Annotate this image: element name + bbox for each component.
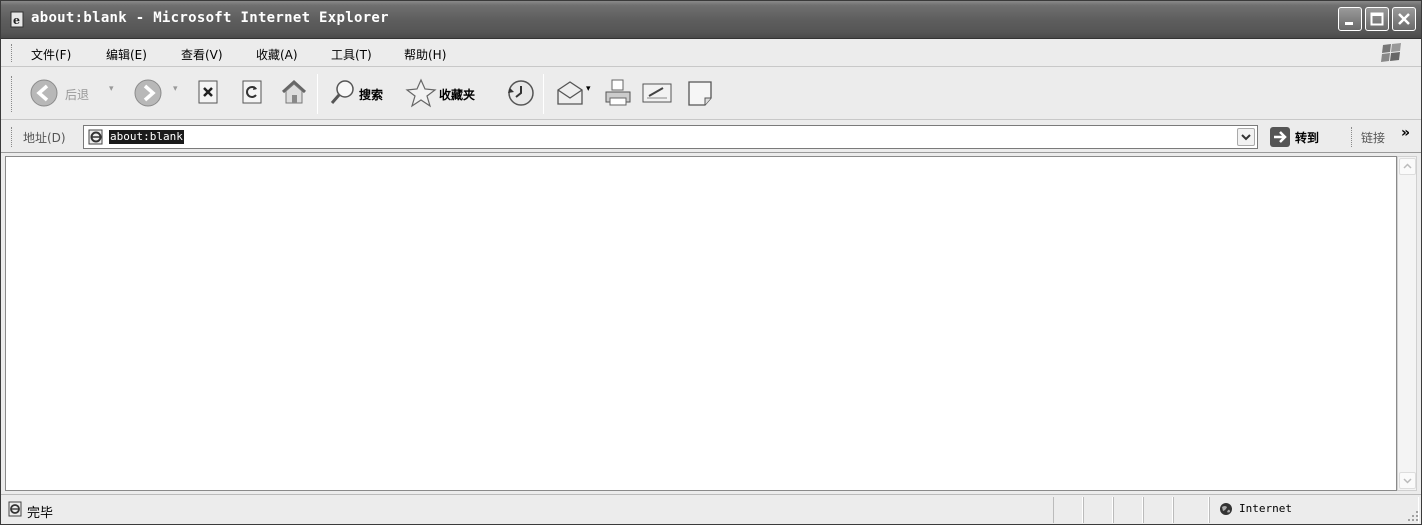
status-pane (1053, 497, 1083, 523)
chevron-up-icon (1403, 163, 1412, 169)
maximize-button[interactable] (1365, 7, 1389, 31)
forward-dropdown-icon[interactable]: ▾ (173, 84, 178, 94)
forward-button[interactable]: ▾ (133, 78, 183, 110)
browser-window: e about:blank - Microsoft Internet Explo… (0, 0, 1422, 525)
menu-tools[interactable]: 工具(T) (331, 46, 372, 63)
maximize-icon (1370, 12, 1384, 26)
edit-button[interactable] (641, 78, 675, 110)
favorites-button[interactable]: 收藏夹 (405, 78, 495, 110)
mail-dropdown-icon[interactable]: ▾ (586, 84, 591, 94)
scroll-up-button[interactable] (1399, 158, 1416, 175)
back-dropdown-icon[interactable]: ▾ (109, 84, 114, 94)
search-button[interactable]: 搜索 (329, 78, 399, 110)
links-button[interactable]: 链接 (1361, 129, 1385, 146)
toolbar-grip[interactable] (11, 76, 13, 112)
status-bar: 完毕 Internet (1, 494, 1421, 524)
go-label: 转到 (1295, 131, 1320, 145)
address-grip[interactable] (11, 127, 13, 147)
close-icon (1398, 13, 1410, 25)
refresh-icon (242, 80, 262, 104)
minimize-button[interactable] (1338, 7, 1362, 31)
status-pane (1113, 497, 1143, 523)
ie-page-icon: e (10, 11, 24, 28)
ie-page-icon (8, 501, 22, 517)
window-title: about:blank - Microsoft Internet Explore… (31, 10, 389, 26)
back-button[interactable]: 后退 ▾ (29, 78, 119, 110)
chevron-down-icon (1403, 478, 1412, 484)
toolbar-separator (317, 74, 318, 114)
toolbar-overflow-icon[interactable]: » (1401, 125, 1410, 141)
ie-page-icon (88, 129, 103, 145)
toolbar-separator (543, 74, 544, 114)
status-pane (1173, 497, 1209, 523)
standard-toolbar: 后退 ▾ ▾ 搜索 收藏夹 ▾ (1, 68, 1421, 120)
menu-edit[interactable]: 编辑(E) (106, 46, 147, 63)
print-button[interactable] (603, 78, 633, 110)
discuss-button[interactable] (685, 78, 715, 110)
favorites-label: 收藏夹 (439, 88, 476, 102)
go-button[interactable]: 转到 (1269, 126, 1339, 148)
page-content[interactable] (5, 156, 1397, 491)
menu-grip[interactable] (11, 44, 13, 62)
menu-favorites[interactable]: 收藏(A) (256, 46, 298, 63)
page-icon (688, 81, 712, 106)
minimize-icon (1345, 22, 1353, 25)
go-arrow-icon (1270, 127, 1290, 147)
status-text: 完毕 (27, 506, 54, 521)
magnifier-icon (330, 80, 354, 104)
stop-button[interactable] (197, 78, 223, 110)
edit-icon (642, 83, 672, 103)
address-label: 地址(D) (23, 131, 66, 145)
resize-grip-icon[interactable] (1407, 510, 1419, 522)
globe-icon (1220, 503, 1232, 515)
title-bar[interactable]: e about:blank - Microsoft Internet Explo… (1, 1, 1421, 39)
home-icon (281, 79, 307, 104)
status-pane (1083, 497, 1113, 523)
address-bar: 地址(D) about:blank 转到 链接 » (1, 121, 1421, 153)
back-label: 后退 (65, 88, 90, 102)
links-grip[interactable] (1351, 127, 1353, 147)
address-input[interactable]: about:blank (83, 125, 1258, 149)
mail-button[interactable]: ▾ (555, 78, 597, 110)
menu-view[interactable]: 查看(V) (181, 46, 223, 63)
back-arrow-icon (30, 79, 58, 107)
address-value[interactable]: about:blank (109, 130, 184, 144)
close-button[interactable] (1392, 7, 1416, 31)
mail-icon (557, 81, 583, 105)
refresh-button[interactable] (241, 78, 267, 110)
forward-arrow-icon (134, 79, 162, 107)
chevron-down-icon (1241, 134, 1251, 141)
status-pane (1143, 497, 1173, 523)
windows-flag-icon (1381, 43, 1401, 62)
stop-icon (198, 80, 218, 104)
security-zone-text: Internet (1239, 502, 1292, 515)
history-icon (508, 80, 534, 106)
menu-file[interactable]: 文件(F) (31, 46, 71, 63)
menu-help[interactable]: 帮助(H) (404, 46, 446, 63)
home-button[interactable] (279, 78, 309, 110)
scroll-down-button[interactable] (1399, 472, 1416, 489)
search-label: 搜索 (359, 88, 384, 102)
svg-text:e: e (13, 14, 20, 27)
star-icon (405, 78, 437, 108)
printer-icon (605, 79, 631, 106)
history-button[interactable] (505, 78, 537, 110)
menu-bar: 文件(F) 编辑(E) 查看(V) 收藏(A) 工具(T) 帮助(H) (1, 39, 1421, 67)
address-dropdown-button[interactable] (1237, 128, 1255, 146)
vertical-scrollbar[interactable] (1397, 156, 1417, 491)
